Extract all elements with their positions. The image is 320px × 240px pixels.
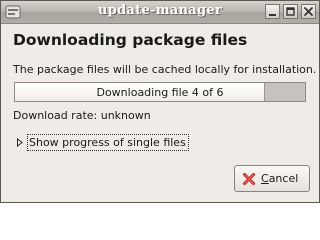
maximize-button[interactable] [283, 4, 298, 19]
progress-text: Downloading file 4 of 6 [96, 86, 224, 99]
single-files-expander[interactable]: Show progress of single files [13, 134, 189, 151]
download-progress-bar: Downloading file 4 of 6 [14, 82, 306, 102]
expander-label[interactable]: Show progress of single files [27, 134, 189, 151]
cancel-label-rest: ancel [268, 172, 299, 185]
cancel-mnemonic: C [261, 172, 269, 185]
dialog-heading: Downloading package files [13, 31, 248, 49]
close-icon [304, 7, 313, 16]
download-rate-label: Download rate: unknown [13, 109, 151, 122]
triangle-right-icon[interactable] [16, 138, 24, 147]
minimize-button[interactable] [265, 4, 280, 19]
cancel-x-icon [243, 173, 255, 185]
dialog-window: update-manager Downloading package files… [0, 0, 320, 203]
title-bar[interactable]: update-manager [1, 1, 319, 24]
dialog-description: The package files will be cached locally… [13, 63, 317, 76]
close-window-button[interactable] [301, 4, 316, 19]
minimize-icon [269, 14, 276, 16]
cancel-button[interactable]: Cancel [234, 165, 310, 192]
cancel-button-label: Cancel [261, 172, 298, 185]
maximize-icon [286, 7, 295, 16]
